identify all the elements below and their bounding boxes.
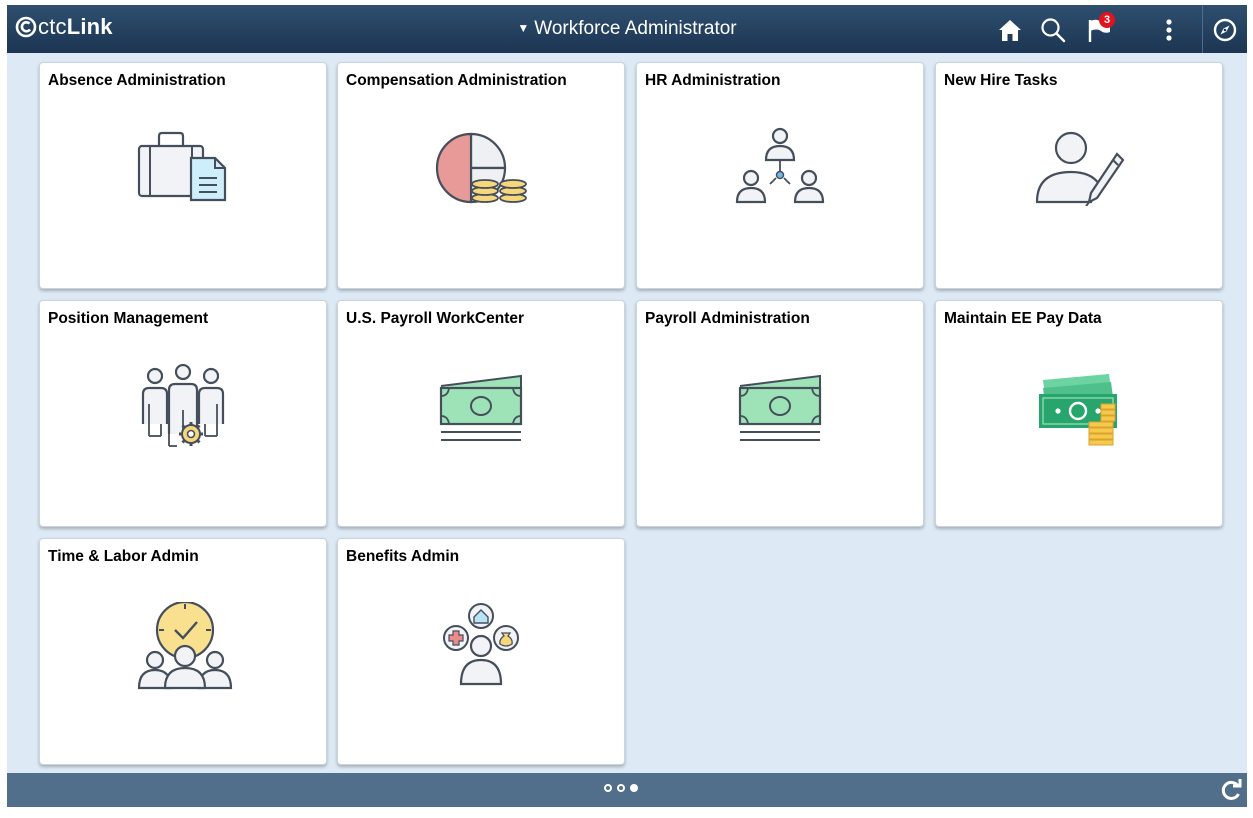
top-banner: ctc Link ▼ Workforce Administrator 3 — [7, 5, 1247, 53]
homepage-selector[interactable]: ▼ Workforce Administrator — [517, 18, 736, 40]
caret-down-icon: ▼ — [517, 21, 530, 35]
tile-hr-administration[interactable]: HR Administration — [636, 62, 924, 289]
money-coins-icon — [1039, 374, 1117, 446]
tile-label: Compensation Administration — [346, 72, 567, 89]
tile-label: Time & Labor Admin — [48, 548, 199, 565]
tile-label: Payroll Administration — [645, 310, 810, 327]
homepage-title: Workforce Administrator — [534, 18, 737, 39]
tile-label: HR Administration — [645, 72, 781, 89]
actions-menu-button[interactable] — [1159, 15, 1179, 45]
tile-label: Benefits Admin — [346, 548, 460, 565]
money-bill-icon — [439, 374, 523, 441]
page-dot-2[interactable] — [617, 784, 625, 792]
org-people-icon — [735, 127, 825, 204]
page-dot-1[interactable] — [604, 784, 612, 792]
people-gear-icon — [141, 364, 225, 447]
person-pencil-icon — [1035, 131, 1125, 206]
tile-label: U.S. Payroll WorkCenter — [346, 310, 525, 327]
clock-people-icon — [137, 602, 233, 690]
tile-time-labor-admin[interactable]: Time & Labor Admin — [39, 538, 327, 765]
tile-maintain-ee-pay-data[interactable]: Maintain EE Pay Data — [935, 300, 1223, 527]
more-vertical-icon — [1166, 19, 1172, 41]
home-icon — [999, 20, 1021, 41]
money-bill-icon — [738, 374, 822, 441]
search-icon — [1041, 18, 1066, 43]
app-window: ctc Link ▼ Workforce Administrator 3 Abs… — [7, 5, 1247, 807]
tile-label: New Hire Tasks — [944, 72, 1058, 89]
tile-us-payroll-workcenter[interactable]: U.S. Payroll WorkCenter — [337, 300, 625, 527]
tile-payroll-administration[interactable]: Payroll Administration — [636, 300, 924, 527]
tile-absence-administration[interactable]: Absence Administration — [39, 62, 327, 289]
tile-label: Absence Administration — [48, 72, 226, 89]
home-button[interactable] — [995, 15, 1025, 45]
compass-icon — [1213, 18, 1237, 42]
tile-benefits-admin[interactable]: Benefits Admin — [337, 538, 625, 765]
briefcase-document-icon — [137, 131, 227, 202]
tile-position-management[interactable]: Position Management — [39, 300, 327, 527]
search-button[interactable] — [1038, 15, 1068, 45]
tile-label: Maintain EE Pay Data — [944, 310, 1102, 327]
footer-bar — [7, 773, 1247, 807]
notifications-button[interactable]: 3 — [1085, 12, 1115, 45]
page-indicator — [604, 784, 638, 792]
pie-chart-coins-icon — [435, 132, 527, 204]
tile-new-hire-tasks[interactable]: New Hire Tasks — [935, 62, 1223, 289]
header-divider — [1202, 5, 1203, 53]
navbar-button[interactable] — [1210, 15, 1240, 45]
refresh-button[interactable] — [1219, 777, 1243, 807]
page-dot-3-active[interactable] — [630, 784, 638, 792]
notification-badge: 3 — [1099, 12, 1115, 28]
tile-compensation-administration[interactable]: Compensation Administration — [337, 62, 625, 289]
refresh-icon — [1221, 779, 1242, 800]
tile-label: Position Management — [48, 310, 209, 327]
person-benefits-icon — [443, 603, 519, 686]
